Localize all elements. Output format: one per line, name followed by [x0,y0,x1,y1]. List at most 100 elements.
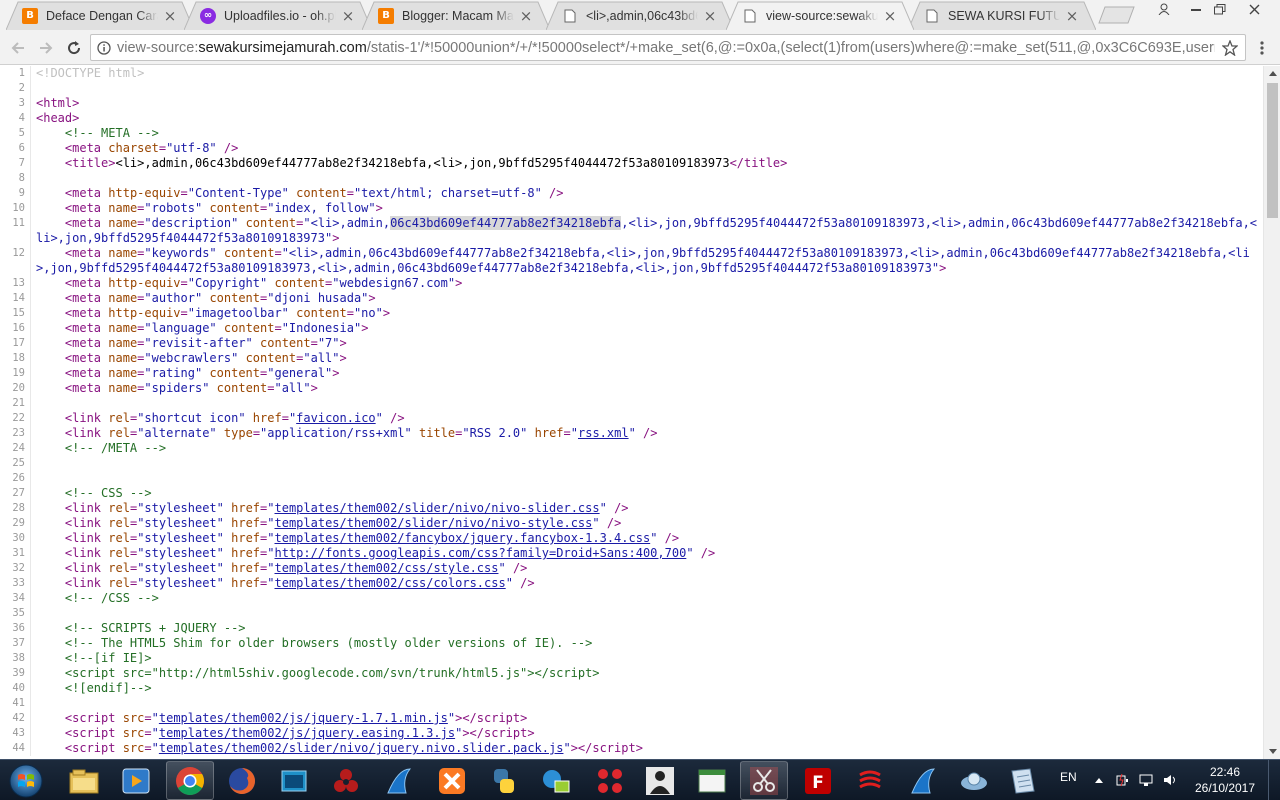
line-text [31,471,1259,486]
power-icon[interactable] [1114,772,1130,788]
xampp-button[interactable] [428,761,476,800]
volume-icon[interactable] [1162,772,1178,788]
system-clock[interactable]: 22:46 26/10/2017 [1190,764,1260,796]
close-window-button[interactable] [1240,0,1268,18]
line-text: <link rel="stylesheet" href="templates/t… [64,561,528,575]
source-link[interactable]: favicon.ico [296,411,375,425]
tab-close-icon[interactable]: × [1064,8,1080,24]
url-text[interactable]: view-source:sewakursimejamurah.com/stati… [117,40,1215,56]
line-text: <meta name="rating" content="general"> [64,366,340,380]
shark-app-icon [911,767,936,793]
source-line: 41 [0,696,1262,711]
line-number: 37 [0,636,31,651]
user-profile-icon[interactable] [1150,0,1178,18]
source-link[interactable]: templates/them002/css/colors.css [275,576,506,590]
source-link[interactable]: templates/them002/slider/nivo/jquery.niv… [159,741,564,755]
source-line: 26 [0,471,1262,486]
browser-menu-icon[interactable] [1252,37,1272,59]
filezilla-button[interactable]: F [794,761,842,800]
line-number: 21 [0,396,31,411]
line-text: <link rel="stylesheet" href="http://font… [64,546,716,560]
line-number: 14 [0,291,31,306]
line-number: 27 [0,486,31,501]
line-text: <meta name="robots" content="index, foll… [64,201,383,215]
tab-sewa-kursi[interactable]: SEWA KURSI FUTURA × [908,1,1096,30]
python-icon [494,768,514,793]
line-number: 35 [0,606,31,621]
app-window-button[interactable] [270,761,318,800]
line-text: <link rel="alternate" type="application/… [64,426,658,440]
forward-button[interactable] [34,36,58,60]
source-link[interactable]: templates/them002/fancybox/jquery.fancyb… [275,531,651,545]
source-line: 22 <link rel="shortcut icon" href="favic… [0,411,1262,426]
chrome-button[interactable] [166,761,214,800]
vertical-scrollbar[interactable] [1263,66,1280,759]
firefox-button[interactable] [218,761,266,800]
source-line: 7 <title><li>,admin,06c43bd609ef44777ab8… [0,156,1262,171]
back-button[interactable] [6,36,30,60]
tab-deface[interactable]: B Deface Dengan Cara R × [6,1,194,30]
tab-title: SEWA KURSI FUTURA [948,8,1060,23]
xampp-icon [439,767,465,794]
line-text: <link rel="shortcut icon" href="favicon.… [64,411,405,425]
tab-close-icon[interactable]: × [340,8,356,24]
tab-admin-hash[interactable]: <li>,admin,06c43bd60 × [546,1,734,30]
address-bar[interactable]: view-source:sewakursimejamurah.com/stati… [90,34,1246,61]
start-button[interactable] [2,761,50,800]
source-link[interactable]: templates/them002/slider/nivo/nivo-style… [275,516,593,530]
tab-blogger[interactable]: B Blogger: Macam Maca × [362,1,550,30]
tab-view-source[interactable]: view-source:sewakursi × [726,1,914,30]
source-line: 32 <link rel="stylesheet" href="template… [0,561,1262,576]
source-line: 17 <meta name="revisit-after" content="7… [0,336,1262,351]
person-app-button[interactable] [636,761,684,800]
file-explorer-button[interactable] [60,761,108,800]
source-link[interactable]: templates/them002/slider/nivo/nivo-slide… [275,501,600,515]
restore-button[interactable] [1206,0,1234,18]
source-link[interactable]: templates/them002/js/jquery-1.7.1.min.js [159,711,448,725]
scrollbar-thumb[interactable] [1267,83,1278,218]
tab-uploadfiles[interactable]: ∞ Uploadfiles.io - oh.pht × [184,1,372,30]
source-link[interactable]: rss.xml [578,426,629,440]
source-viewer[interactable]: 1 <!DOCTYPE html> 2 3 <html> 4 <head> 5 <!-- ME… [0,66,1280,759]
scroll-down-icon[interactable] [1264,744,1280,759]
line-number: 16 [0,321,31,336]
wireshark-button[interactable] [374,761,422,800]
line-number: 36 [0,621,31,636]
app-launcher-button[interactable] [586,761,634,800]
network-icon[interactable] [1138,772,1154,788]
notepad-button[interactable] [998,761,1046,800]
tab-close-icon[interactable]: × [882,8,898,24]
tab-close-icon[interactable]: × [518,8,534,24]
window-app-button[interactable] [688,761,736,800]
source-line: 18 <meta name="webcrawlers" content="all… [0,351,1262,366]
reload-button[interactable] [62,36,86,60]
source-line: 13 <meta http-equiv="Copyright" content=… [0,276,1262,291]
tab-close-icon[interactable]: × [162,8,178,24]
biohazard-app-button[interactable] [322,761,370,800]
source-link[interactable]: http://fonts.googleapis.com/css?family=D… [275,546,687,560]
file-explorer-icon [69,769,99,793]
biohazard-app-icon [334,768,358,792]
tab-close-icon[interactable]: × [702,8,718,24]
bookmark-star-icon[interactable] [1215,39,1245,56]
new-tab-button[interactable] [1098,6,1136,24]
media-player-button[interactable] [112,761,160,800]
red-app-button[interactable] [846,761,894,800]
python-button[interactable] [480,761,528,800]
source-line: 15 <meta http-equiv="imagetoolbar" conte… [0,306,1262,321]
show-hidden-icons-icon[interactable] [1091,772,1107,788]
info-icon[interactable] [91,40,117,55]
language-indicator[interactable]: EN [1060,770,1077,784]
line-number: 10 [0,201,31,216]
network-tool-button[interactable] [532,761,580,800]
source-link[interactable]: templates/them002/css/style.css [275,561,499,575]
line-number: 6 [0,141,31,156]
shark-app-button[interactable] [898,761,946,800]
gear-app-button[interactable] [950,761,998,800]
show-desktop-button[interactable] [1268,760,1280,800]
source-line: 23 <link rel="alternate" type="applicati… [0,426,1262,441]
snipping-tool-button[interactable] [740,761,788,800]
line-number: 24 [0,441,31,456]
source-link[interactable]: templates/them002/js/jquery.easing.1.3.j… [159,726,455,740]
scroll-up-icon[interactable] [1264,66,1280,81]
